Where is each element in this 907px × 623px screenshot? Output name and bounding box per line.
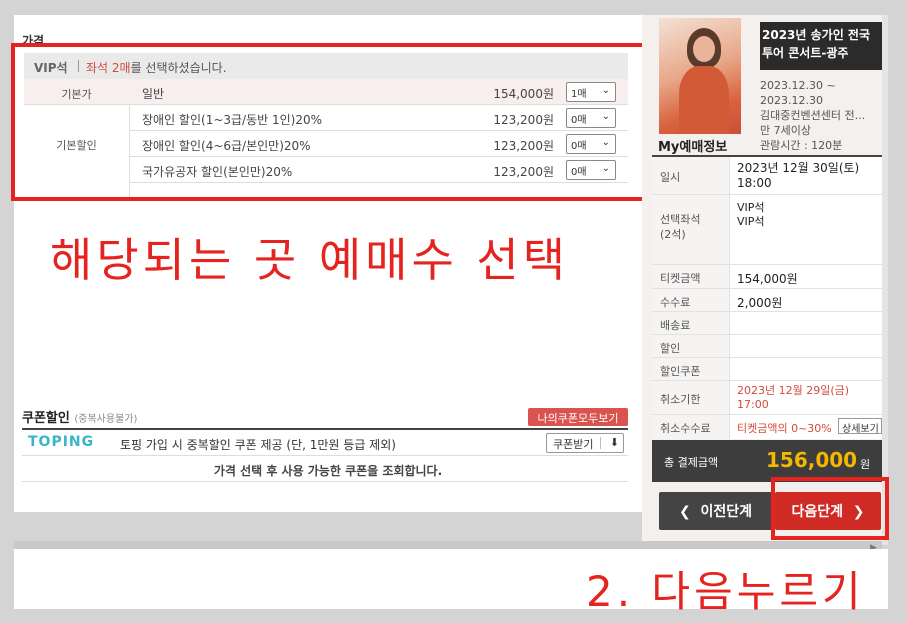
my-booking-title: My예매정보 — [658, 140, 728, 155]
booking-label: 티켓금액 — [652, 265, 730, 288]
my-booking-table: 일시 2023년 12월 30일(토) 18:00 선택좌석 (2석) VIP석… — [652, 155, 882, 408]
poster-figure — [693, 36, 715, 62]
event-info: 2023.12.30 ~ 2023.12.30 김대중컨벤션센터 전... 만 … — [760, 78, 880, 153]
booking-row: 할인 — [652, 335, 882, 358]
total-unit: 원 — [860, 458, 871, 471]
view-all-coupons-button[interactable]: 나의쿠폰모두보기 — [528, 408, 628, 426]
detail-button[interactable]: 상세보기 — [838, 418, 882, 435]
booking-label: 일시 — [652, 157, 730, 194]
divider — [22, 481, 628, 482]
booking-row: 할인쿠폰 — [652, 358, 882, 381]
event-poster-image — [659, 18, 741, 134]
booking-row: 티켓금액 154,000원 — [652, 265, 882, 289]
booking-label: 수수료 — [652, 289, 730, 311]
toping-logo: TOPING — [28, 434, 95, 450]
booking-row: 취소수수료 티켓금액의 0~30% 상세보기 — [652, 415, 882, 439]
event-dates: 2023.12.30 ~ 2023.12.30 — [760, 79, 836, 107]
event-title: 2023년 송가인 전국 투어 콘서트-광주 — [760, 22, 882, 70]
annotation-box-price — [11, 43, 649, 201]
booking-label: 할인 — [652, 335, 730, 357]
coupon-description: 토핑 가입 시 중복할인 쿠폰 제공 (단, 1만원 등급 제외) — [120, 438, 396, 452]
chevron-left-icon: ❮ — [678, 504, 701, 520]
cancel-deadline: 2023년 12월 29일(금) 17:00 — [737, 384, 850, 411]
booking-row: 일시 2023년 12월 30일(토) 18:00 — [652, 157, 882, 195]
total-amount: 156,000 — [766, 448, 858, 472]
coupon-subtitle: (중복사용불가) — [74, 414, 138, 425]
download-icon: ⬇ — [609, 436, 619, 449]
booking-label: 취소기한 — [652, 381, 730, 414]
event-venue: 김대중컨벤션센터 전... — [760, 109, 866, 122]
fee-amount: 2,000원 — [737, 296, 783, 310]
ticket-amount: 154,000원 — [737, 272, 798, 286]
coupon-title-text: 쿠폰할인 — [22, 411, 70, 426]
annotation-press-next: 2. 다음누르기 — [586, 567, 865, 616]
get-coupon-label: 쿠폰받기 — [553, 438, 594, 451]
prev-step-label: 이전단계 — [700, 504, 752, 520]
booking-date: 2023년 12월 30일(토) 18:00 — [737, 161, 860, 190]
coupon-note: 가격 선택 후 사용 가능한 쿠폰을 조회합니다. — [213, 464, 443, 478]
divider — [22, 455, 628, 456]
event-runtime: 관람시간 : 120분 — [760, 139, 843, 152]
booking-label: 취소수수료 — [652, 415, 730, 439]
event-age: 만 7세이상 — [760, 124, 811, 137]
total-label: 총 결제금액 — [664, 456, 719, 469]
booking-row: 수수료 2,000원 — [652, 289, 882, 312]
cancel-fee: 티켓금액의 0~30% — [737, 422, 832, 435]
booking-label: 선택좌석 (2석) — [652, 195, 730, 264]
vertical-scrollbar[interactable] — [882, 15, 888, 545]
get-coupon-button[interactable]: 쿠폰받기 ⬇ — [546, 433, 624, 453]
booking-row: 선택좌석 (2석) VIP석 VIP석 — [652, 195, 882, 265]
annotation-box-next — [771, 477, 889, 540]
divider — [600, 437, 601, 449]
booking-seats: VIP석 VIP석 — [737, 201, 765, 228]
poster-figure — [679, 66, 729, 134]
horizontal-scrollbar[interactable] — [14, 541, 882, 549]
booking-summary-panel: 2023년 송가인 전국 투어 콘서트-광주 2023.12.30 ~ 2023… — [642, 15, 882, 545]
booking-row: 취소기한 2023년 12월 29일(금) 17:00 — [652, 381, 882, 415]
booking-label: 할인쿠폰 — [652, 358, 730, 380]
prev-step-button[interactable]: ❮ 이전단계 — [659, 492, 772, 530]
total-payment-box: 총 결제금액 156,000 원 — [652, 440, 882, 482]
booking-label: 배송료 — [652, 312, 730, 334]
divider — [22, 428, 628, 430]
annotation-select-quantity: 해당되는 곳 예매수 선택 — [50, 233, 570, 287]
coupon-title: 쿠폰할인 (중복사용불가) — [22, 407, 137, 426]
booking-row: 배송료 — [652, 312, 882, 335]
